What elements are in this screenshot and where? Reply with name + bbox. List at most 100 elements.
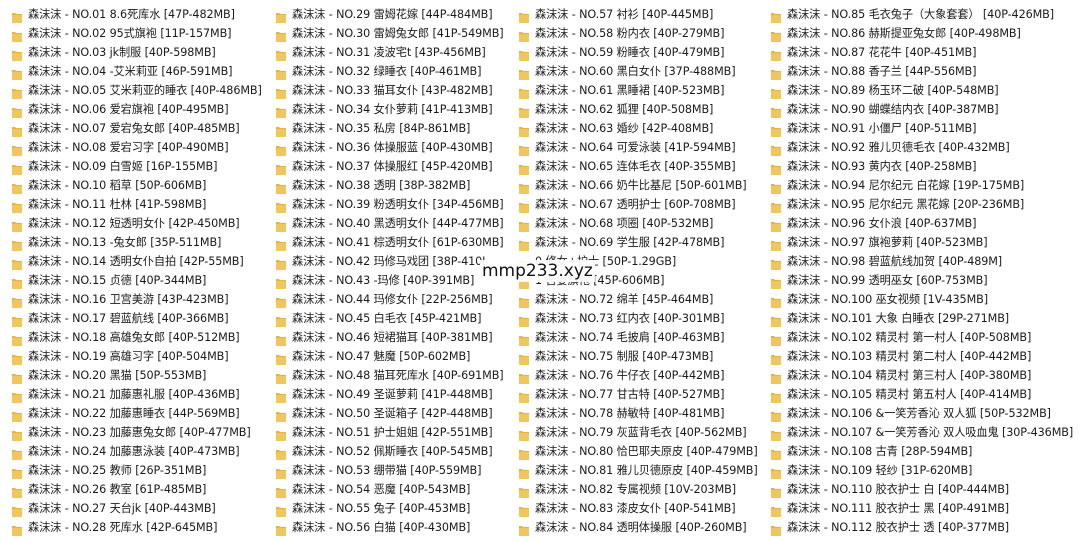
folder-item[interactable]: 森沫沫 - NO.51 护士姐姐 [42P-551MB] xyxy=(276,422,504,441)
folder-item[interactable]: 森沫沫 - NO.02 95式旗袍 [11P-157MB] xyxy=(12,23,262,42)
folder-item[interactable]: 森沫沫 - NO.102 精灵村 第一村人 [40P-508MB] xyxy=(771,327,1073,346)
folder-item[interactable]: 森沫沫 - NO.24 加藤惠泳装 [40P-473MB] xyxy=(12,441,262,460)
folder-item[interactable]: 森沫沫 - NO.58 粉内衣 [40P-279MB] xyxy=(519,23,758,42)
folder-item[interactable]: 森沫沫 - NO.79 灰蓝背毛衣 [40P-562MB] xyxy=(519,422,758,441)
folder-item[interactable]: 森沫沫 - NO.82 专属视频 [10V-203MB] xyxy=(519,479,758,498)
folder-item[interactable]: 森沫沫 - NO.25 教师 [26P-351MB] xyxy=(12,460,262,479)
folder-item[interactable]: 森沫沫 - NO.36 体操服蓝 [40P-430MB] xyxy=(276,137,504,156)
folder-item[interactable]: 森沫沫 - NO.26 教室 [61P-485MB] xyxy=(12,479,262,498)
folder-item[interactable]: 森沫沫 - NO.55 兔子 [40P-453MB] xyxy=(276,498,504,517)
folder-item[interactable]: 森沫沫 - NO.30 雷姆兔女郎 [41P-549MB] xyxy=(276,23,504,42)
folder-item[interactable]: 森沫沫 - NO.105 精灵村 第五村人 [40P-414MB] xyxy=(771,384,1073,403)
folder-item[interactable]: 森沫沫 - NO.107 &一笑芳香沁 双人吸血鬼 [30P-436MB] xyxy=(771,422,1073,441)
folder-item[interactable]: 森沫沫 - NO.04 -艾米莉亚 [46P-591MB] xyxy=(12,61,262,80)
folder-item[interactable]: 森沫沫 - NO.16 卫宫美游 [43P-423MB] xyxy=(12,289,262,308)
folder-item[interactable]: 森沫沫 - NO.63 婚纱 [42P-408MB] xyxy=(519,118,758,137)
folder-item[interactable]: 森沫沫 - NO.76 牛仔衣 [40P-442MB] xyxy=(519,365,758,384)
folder-item[interactable]: 森沫沫 - NO.23 加藤惠兔女郎 [40P-477MB] xyxy=(12,422,262,441)
folder-item[interactable]: 森沫沫 - NO.73 红内衣 [40P-301MB] xyxy=(519,308,758,327)
folder-item[interactable]: 森沫沫 - NO.09 白雪姬 [16P-155MB] xyxy=(12,156,262,175)
folder-item[interactable]: 森沫沫 - NO.35 私房 [84P-861MB] xyxy=(276,118,504,137)
folder-item[interactable]: 森沫沫 - NO.33 猫耳女仆 [43P-482MB] xyxy=(276,80,504,99)
folder-item[interactable]: 森沫沫 - NO.109 轻纱 [31P-620MB] xyxy=(771,460,1073,479)
folder-item[interactable]: 森沫沫 - NO.29 雷姆花嫁 [44P-484MB] xyxy=(276,4,504,23)
folder-item[interactable]: 森沫沫 - NO.106 &一笑芳香沁 双人狐 [50P-532MB] xyxy=(771,403,1073,422)
folder-item[interactable]: 森沫沫 - NO.59 粉睡衣 [40P-479MB] xyxy=(519,42,758,61)
folder-item[interactable]: 森沫沫 - NO.65 连体毛衣 [40P-355MB] xyxy=(519,156,758,175)
folder-item[interactable]: 森沫沫 - NO.56 白猫 [40P-430MB] xyxy=(276,517,504,536)
folder-item[interactable]: 森沫沫 - NO.32 绿睡衣 [40P-461MB] xyxy=(276,61,504,80)
folder-item[interactable]: 森沫沫 - NO.57 衬衫 [40P-445MB] xyxy=(519,4,758,23)
folder-item[interactable]: 森沫沫 - NO.05 艾米莉亚的睡衣 [40P-486MB] xyxy=(12,80,262,99)
folder-item[interactable]: 森沫沫 - NO.112 胶衣护士 透 [40P-377MB] xyxy=(771,517,1073,536)
folder-item[interactable]: 森沫沫 - NO.19 高雄习字 [40P-504MB] xyxy=(12,346,262,365)
folder-item[interactable]: 森沫沫 - NO.60 黑白女仆 [37P-488MB] xyxy=(519,61,758,80)
folder-item[interactable]: 森沫沫 - NO.28 死库水 [42P-645MB] xyxy=(12,517,262,536)
folder-item[interactable]: 森沫沫 - NO.83 漆皮女仆 [40P-541MB] xyxy=(519,498,758,517)
folder-item[interactable]: 森沫沫 - NO.62 狐狸 [40P-508MB] xyxy=(519,99,758,118)
folder-item[interactable]: 森沫沫 - NO.27 天台jk [40P-443MB] xyxy=(12,498,262,517)
folder-item[interactable]: 森沫沫 - NO.67 透明护士 [60P-708MB] xyxy=(519,194,758,213)
folder-item[interactable]: 森沫沫 - NO.01 8.6死库水 [47P-482MB] xyxy=(12,4,262,23)
folder-item[interactable]: 森沫沫 - NO.99 透明巫女 [60P-753MB] xyxy=(771,270,1073,289)
folder-item[interactable]: 森沫沫 - NO.37 体操服红 [45P-420MB] xyxy=(276,156,504,175)
folder-item[interactable]: 森沫沫 - NO.49 圣诞萝莉 [41P-448MB] xyxy=(276,384,504,403)
folder-item[interactable]: 森沫沫 - NO.47 魅魔 [50P-602MB] xyxy=(276,346,504,365)
folder-item[interactable]: 森沫沫 - NO.53 绷带猫 [40P-559MB] xyxy=(276,460,504,479)
folder-item[interactable]: 森沫沫 - NO.81 雅儿贝德原皮 [40P-459MB] xyxy=(519,460,758,479)
folder-item[interactable]: 森沫沫 - NO.54 恶魔 [40P-543MB] xyxy=(276,479,504,498)
folder-item[interactable]: 森沫沫 - NO.06 爱宕旗袍 [40P-495MB] xyxy=(12,99,262,118)
folder-item[interactable]: 森沫沫 - NO.08 爱宕习字 [40P-490MB] xyxy=(12,137,262,156)
folder-item[interactable]: 森沫沫 - NO.39 粉透明女仆 [34P-456MB] xyxy=(276,194,504,213)
folder-item[interactable]: 森沫沫 - NO.38 透明 [38P-382MB] xyxy=(276,175,504,194)
folder-item[interactable]: 森沫沫 - NO.108 古青 [28P-594MB] xyxy=(771,441,1073,460)
folder-item[interactable]: 森沫沫 - NO.61 黑睡裙 [40P-523MB] xyxy=(519,80,758,99)
folder-item[interactable]: 森沫沫 - NO.15 贞德 [40P-344MB] xyxy=(12,270,262,289)
folder-item[interactable]: 森沫沫 - NO.98 碧蓝航线加贺 [40P-489M] xyxy=(771,251,1073,270)
folder-item[interactable]: 森沫沫 - NO.18 高雄兔女郎 [40P-512MB] xyxy=(12,327,262,346)
folder-item[interactable]: 森沫沫 - NO.84 透明体操服 [40P-260MB] xyxy=(519,517,758,536)
folder-item[interactable]: 森沫沫 - NO.10 稻草 [50P-606MB] xyxy=(12,175,262,194)
folder-item[interactable]: 森沫沫 - NO.03 jk制服 [40P-598MB] xyxy=(12,42,262,61)
folder-item[interactable]: 森沫沫 - NO.40 黑透明女仆 [44P-477MB] xyxy=(276,213,504,232)
folder-item[interactable]: 森沫沫 - NO.52 佩斯睡衣 [40P-545MB] xyxy=(276,441,504,460)
folder-item[interactable]: 森沫沫 - NO.46 短裙猫耳 [40P-381MB] xyxy=(276,327,504,346)
folder-item[interactable]: 森沫沫 - NO.44 玛修女仆 [22P-256MB] xyxy=(276,289,504,308)
folder-item[interactable]: 森沫沫 - NO.11 杜林 [41P-598MB] xyxy=(12,194,262,213)
folder-item[interactable]: 森沫沫 - NO.92 雅儿贝德毛衣 [40P-432MB] xyxy=(771,137,1073,156)
folder-item[interactable]: 森沫沫 - NO.100 巫女视频 [1V-435MB] xyxy=(771,289,1073,308)
folder-item[interactable]: 森沫沫 - NO.103 精灵村 第二村人 [40P-442MB] xyxy=(771,346,1073,365)
folder-item[interactable]: 森沫沫 - NO.93 黄内衣 [40P-258MB] xyxy=(771,156,1073,175)
folder-item[interactable]: 森沫沫 - NO.34 女仆萝莉 [41P-413MB] xyxy=(276,99,504,118)
folder-item[interactable]: 森沫沫 - NO.17 碧蓝航线 [40P-366MB] xyxy=(12,308,262,327)
folder-item[interactable]: 森沫沫 - NO.87 花花牛 [40P-451MB] xyxy=(771,42,1073,61)
folder-item[interactable]: 森沫沫 - NO.96 女仆浪 [40P-637MB] xyxy=(771,213,1073,232)
folder-item[interactable]: 森沫沫 - NO.74 毛披肩 [40P-463MB] xyxy=(519,327,758,346)
folder-item[interactable]: 森沫沫 - NO.111 胶衣护士 黑 [40P-491MB] xyxy=(771,498,1073,517)
folder-item[interactable]: 森沫沫 - NO.13 -兔女郎 [35P-511MB] xyxy=(12,232,262,251)
folder-item[interactable]: 森沫沫 - NO.21 加藤惠礼服 [40P-436MB] xyxy=(12,384,262,403)
folder-item[interactable]: 森沫沫 - NO.110 胶衣护士 白 [40P-444MB] xyxy=(771,479,1073,498)
folder-item[interactable]: 森沫沫 - NO.104 精灵村 第三村人 [40P-380MB] xyxy=(771,365,1073,384)
folder-item[interactable]: 森沫沫 - NO.43 -玛修 [40P-391MB] xyxy=(276,270,504,289)
folder-item[interactable]: 森沫沫 - NO.66 奶牛比基尼 [50P-601MB] xyxy=(519,175,758,194)
folder-item[interactable]: 森沫沫 - NO.45 白毛衣 [45P-421MB] xyxy=(276,308,504,327)
folder-item[interactable]: 森沫沫 - NO.64 可爱泳装 [41P-594MB] xyxy=(519,137,758,156)
folder-item[interactable]: 森沫沫 - NO.97 旗袍萝莉 [40P-523MB] xyxy=(771,232,1073,251)
folder-item[interactable]: 森沫沫 - NO.72 绵羊 [45P-464MB] xyxy=(519,289,758,308)
folder-item[interactable]: 森沫沫 - NO.14 透明女仆自拍 [42P-55MB] xyxy=(12,251,262,270)
folder-item[interactable]: 森沫沫 - NO.101 大象 白睡衣 [29P-271MB] xyxy=(771,308,1073,327)
folder-item[interactable]: 森沫沫 - NO.85 毛衣兔子（大象套套） [40P-426MB] xyxy=(771,4,1073,23)
folder-item[interactable]: 森沫沫 - NO.07 爱宕兔女郎 [40P-485MB] xyxy=(12,118,262,137)
folder-item[interactable]: 森沫沫 - NO.89 杨玉环二破 [40P-548MB] xyxy=(771,80,1073,99)
folder-item[interactable]: 森沫沫 - NO.77 甘古特 [40P-527MB] xyxy=(519,384,758,403)
folder-item[interactable]: 森沫沫 - NO.80 恰巴耶夫原皮 [40P-479MB] xyxy=(519,441,758,460)
folder-item[interactable]: 森沫沫 - NO.41 棕透明女仆 [61P-630MB] xyxy=(276,232,504,251)
folder-item[interactable]: 森沫沫 - NO.48 猫耳死库水 [40P-691MB] xyxy=(276,365,504,384)
folder-item[interactable]: 森沫沫 - NO.20 黑猫 [50P-553MB] xyxy=(12,365,262,384)
folder-item[interactable]: 森沫沫 - NO.31 凌波宅t [43P-456MB] xyxy=(276,42,504,61)
folder-item[interactable]: 森沫沫 - NO.69 学生服 [42P-478MB] xyxy=(519,232,758,251)
folder-item[interactable]: 森沫沫 - NO.78 赫敏特 [40P-481MB] xyxy=(519,403,758,422)
folder-item[interactable]: 森沫沫 - NO.88 香子兰 [44P-556MB] xyxy=(771,61,1073,80)
folder-item[interactable]: 森沫沫 - NO.68 项圈 [40P-532MB] xyxy=(519,213,758,232)
